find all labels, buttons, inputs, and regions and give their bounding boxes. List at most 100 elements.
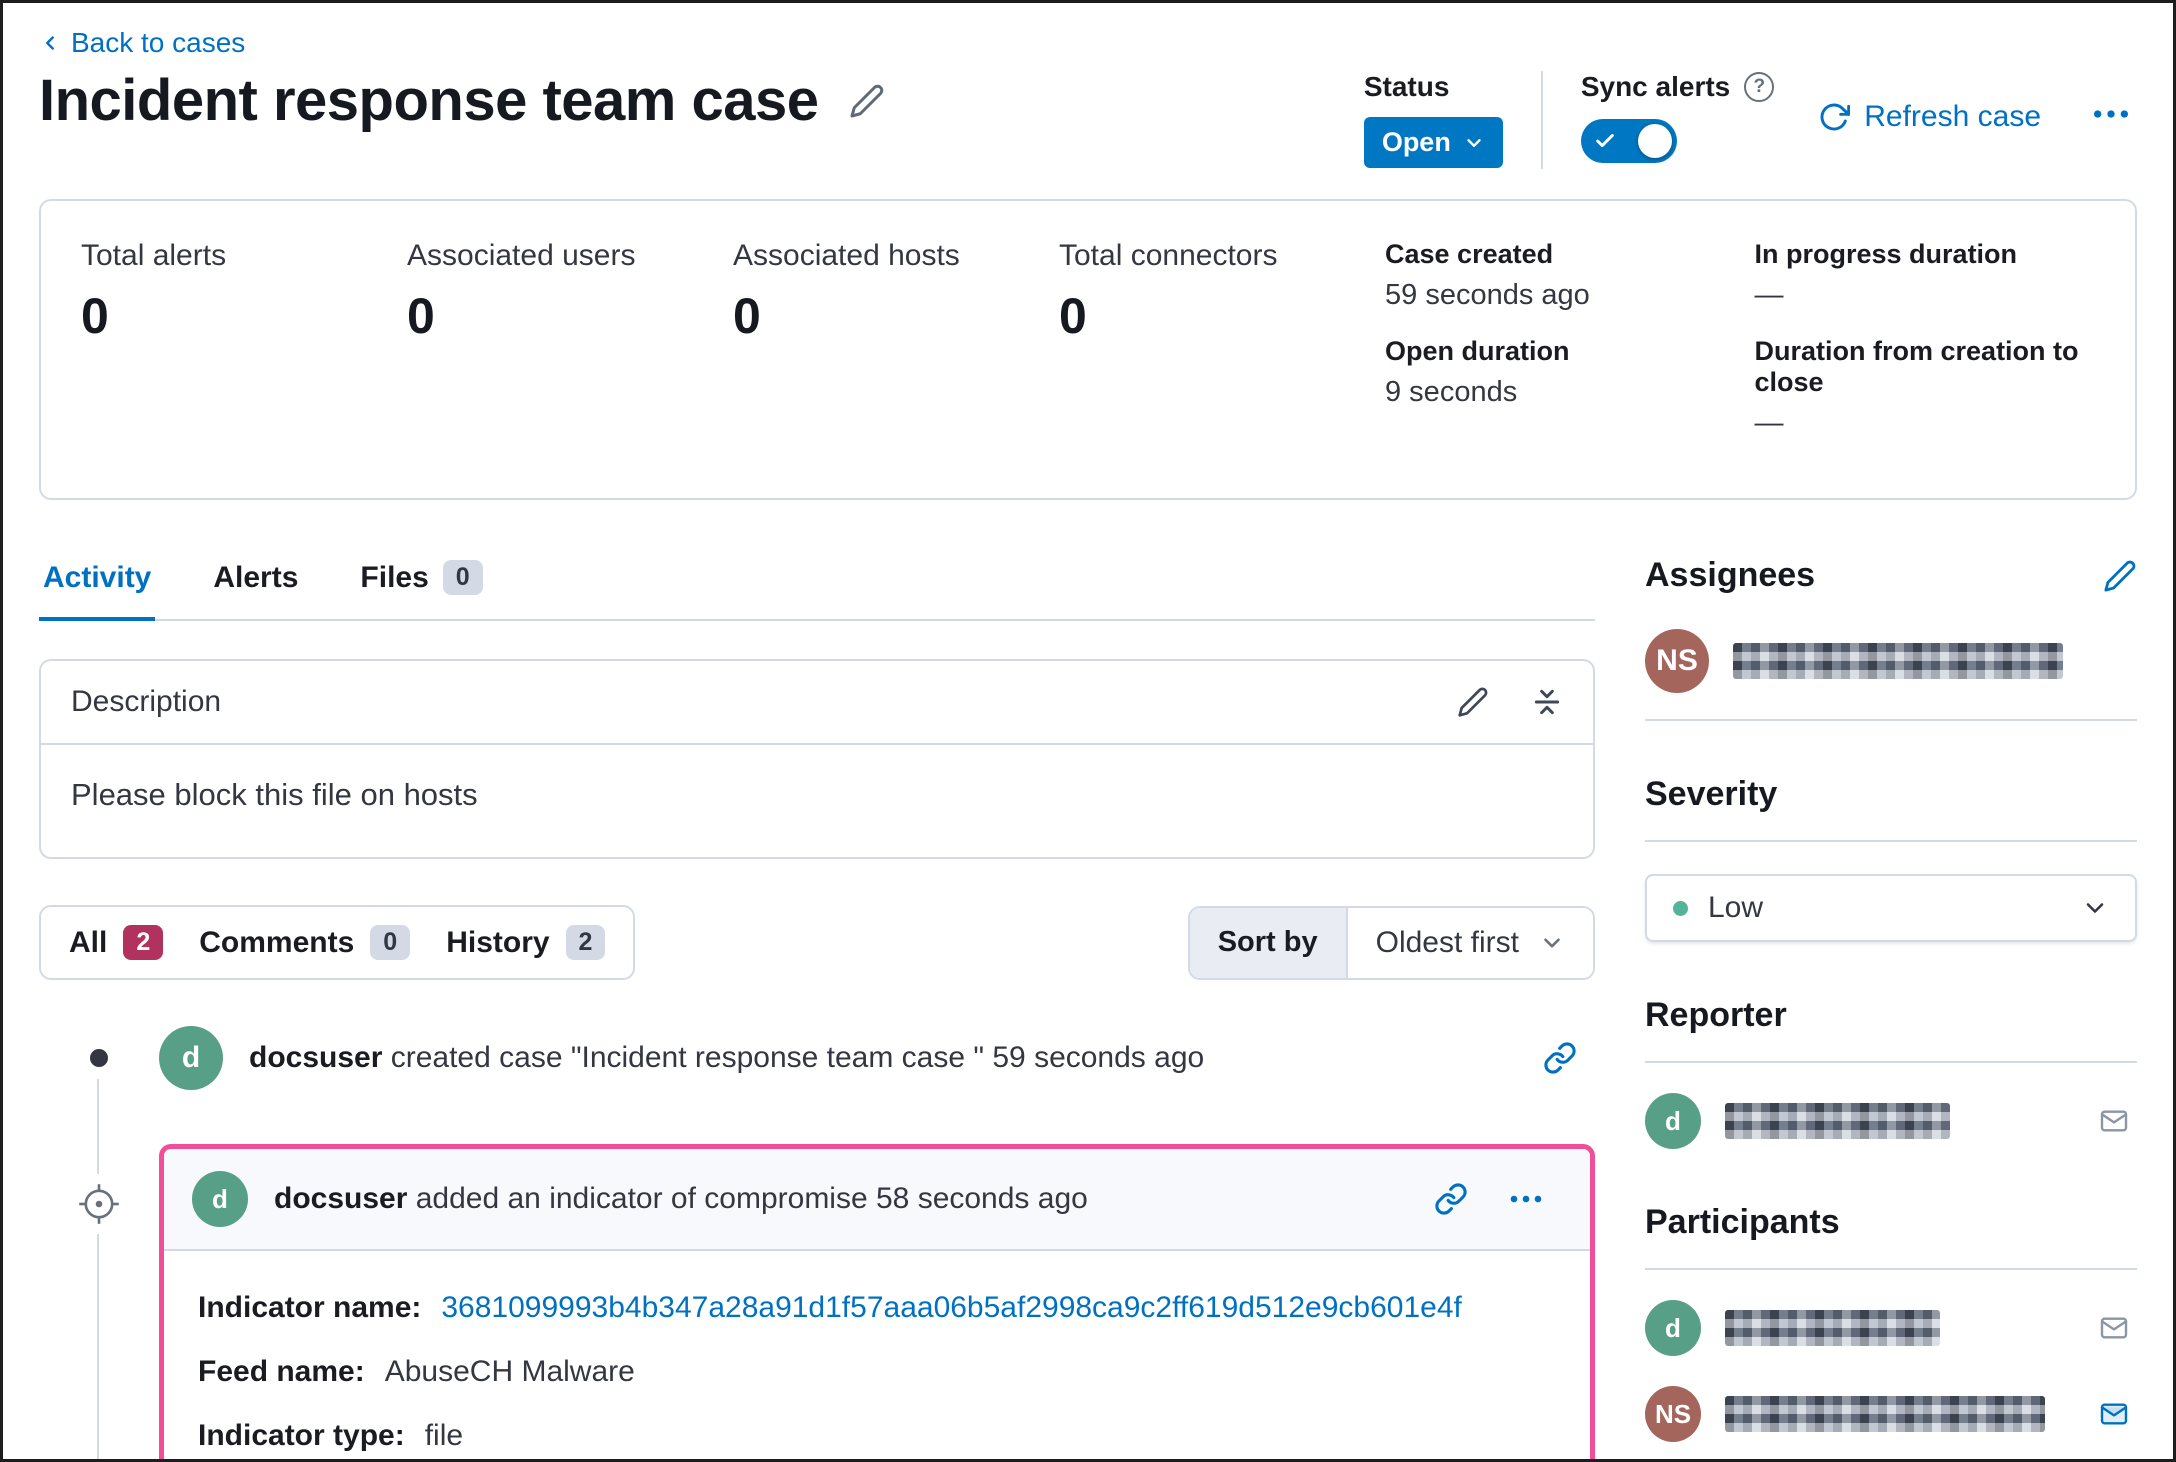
section-divider	[1645, 719, 2137, 721]
tab-label: Alerts	[213, 560, 299, 594]
indicator-comment-panel: d docsuser added an indicator of comprom…	[159, 1144, 1595, 1459]
help-question-icon[interactable]: ?	[1744, 72, 1775, 102]
case-actions-menu-button[interactable]	[2085, 95, 2137, 136]
sort-order-select[interactable]: Oldest first	[1347, 907, 1593, 978]
detail-value: 9 seconds	[1385, 376, 1518, 408]
tab-alerts[interactable]: Alerts	[209, 556, 302, 621]
filter-label: Comments	[199, 925, 355, 959]
reporter-title: Reporter	[1645, 996, 1787, 1034]
page-title: Incident response team case	[39, 68, 819, 133]
chevron-left-icon	[46, 36, 54, 50]
chevron-down-icon	[1467, 138, 1481, 147]
tab-label: Files	[360, 560, 429, 594]
section-divider	[1645, 1268, 2137, 1270]
metric-associated-users: Associated users 0	[407, 239, 733, 464]
tab-activity[interactable]: Activity	[39, 556, 156, 621]
collapse-description-icon[interactable]	[1531, 686, 1563, 718]
timeline-event-indicator: d docsuser added an indicator of comprom…	[39, 1144, 1595, 1459]
metric-associated-hosts: Associated hosts 0	[733, 239, 1059, 464]
ellipsis-icon	[1510, 1195, 1542, 1203]
severity-title: Severity	[1645, 775, 1778, 813]
sort-order-value: Oldest first	[1375, 925, 1519, 959]
edit-description-pencil-icon[interactable]	[1457, 686, 1489, 718]
refresh-case-button[interactable]: Refresh case	[1812, 99, 2047, 135]
metric-value: 0	[1059, 288, 1087, 344]
indicator-target-icon	[77, 1174, 121, 1234]
filter-history[interactable]: History 2	[446, 925, 606, 960]
redacted-participant-name	[1725, 1310, 1940, 1346]
field-label: Indicator type:	[198, 1419, 405, 1452]
field-label: Feed name:	[198, 1355, 365, 1388]
sync-alerts-toggle[interactable]	[1580, 119, 1677, 163]
assignee-row: NS	[1645, 629, 2137, 693]
description-panel: Description Please block this file on ho…	[39, 659, 1595, 859]
avatar: NS	[1645, 1386, 1701, 1442]
email-icon[interactable]	[2091, 1101, 2137, 1141]
detail-value: —	[1754, 279, 1784, 311]
email-icon[interactable]	[2091, 1394, 2137, 1434]
section-divider	[1645, 1061, 2137, 1063]
metric-label: Total connectors	[1059, 239, 1278, 272]
metric-label: Total alerts	[81, 239, 227, 272]
indicator-details: Indicator name: 3681099993b4b347a28a91d1…	[164, 1251, 1590, 1459]
filter-comments[interactable]: Comments 0	[199, 925, 411, 960]
event-text: docsuser created case "Incident response…	[249, 1041, 1543, 1075]
filter-all[interactable]: All 2	[69, 925, 164, 960]
feed-name-row: Feed name: AbuseCH Malware	[198, 1355, 1556, 1389]
timeline-event-created: d docsuser created case "Incident respon…	[39, 1026, 1595, 1090]
activity-timeline: d docsuser created case "Incident respon…	[39, 1026, 1595, 1459]
edit-title-pencil-icon[interactable]	[849, 83, 885, 119]
indicator-name-link[interactable]: 3681099993b4b347a28a91d1f57aaa06b5af2998…	[441, 1291, 1461, 1325]
redacted-assignee-name	[1733, 643, 2063, 679]
metric-label: Associated hosts	[733, 239, 960, 272]
detail-value: —	[1754, 407, 1784, 439]
back-to-cases-link[interactable]: Back to cases	[39, 27, 245, 59]
participants-title: Participants	[1645, 1203, 1840, 1241]
status-block: Status Open	[1363, 71, 1503, 168]
event-description: added an indicator of compromise 58 seco…	[415, 1182, 1088, 1215]
participant-row: NS	[1645, 1386, 2137, 1442]
participants-section: Participants d NS	[1645, 1203, 2137, 1442]
metric-total-alerts: Total alerts 0	[81, 239, 407, 464]
status-value: Open	[1381, 127, 1451, 157]
metric-value: 0	[81, 288, 109, 344]
indicator-type-row: Indicator type: file	[198, 1419, 1556, 1453]
detail-label: Open duration	[1385, 336, 1570, 366]
sort-control: Sort by Oldest first	[1187, 905, 1595, 980]
assignees-title: Assignees	[1645, 556, 1816, 594]
case-header: Back to cases Incident response team cas…	[3, 3, 2173, 169]
detail-label: In progress duration	[1754, 239, 2018, 269]
case-summary-card: Total alerts 0 Associated users 0 Associ…	[39, 199, 2137, 500]
chevron-down-icon	[1544, 937, 1560, 948]
status-label: Status	[1363, 71, 1450, 102]
comments-count-badge: 0	[370, 925, 411, 960]
copy-link-icon[interactable]	[1434, 1182, 1468, 1216]
ellipsis-icon	[2094, 110, 2128, 118]
toggle-knob	[1637, 124, 1672, 158]
all-count-badge: 2	[123, 925, 164, 960]
indicator-comment-header: d docsuser added an indicator of comprom…	[164, 1149, 1590, 1251]
filter-label: All	[69, 925, 108, 959]
detail-label: Duration from creation to close	[1754, 336, 2079, 397]
filter-label: History	[446, 925, 550, 959]
email-icon[interactable]	[2091, 1308, 2137, 1348]
redacted-reporter-name	[1725, 1103, 1950, 1139]
comment-actions-menu-button[interactable]	[1508, 1187, 1544, 1211]
sync-alerts-label: Sync alerts	[1580, 71, 1731, 102]
refresh-label: Refresh case	[1864, 100, 2041, 133]
chevron-down-icon	[2086, 903, 2104, 913]
section-divider	[1645, 840, 2137, 842]
edit-assignees-pencil-icon[interactable]	[2103, 559, 2137, 593]
tab-files[interactable]: Files 0	[356, 556, 486, 621]
event-username: docsuser	[274, 1182, 408, 1215]
status-dropdown-button[interactable]: Open	[1363, 117, 1503, 168]
metric-value: 0	[407, 288, 435, 344]
severity-value: Low	[1708, 891, 1764, 924]
copy-link-icon[interactable]	[1543, 1041, 1577, 1075]
back-link-label: Back to cases	[71, 27, 246, 58]
sync-alerts-block: Sync alerts ?	[1580, 71, 1775, 167]
metric-total-connectors: Total connectors 0	[1059, 239, 1385, 464]
description-title: Description	[71, 685, 222, 718]
avatar: d	[192, 1171, 248, 1227]
severity-select[interactable]: Low	[1645, 874, 2137, 942]
